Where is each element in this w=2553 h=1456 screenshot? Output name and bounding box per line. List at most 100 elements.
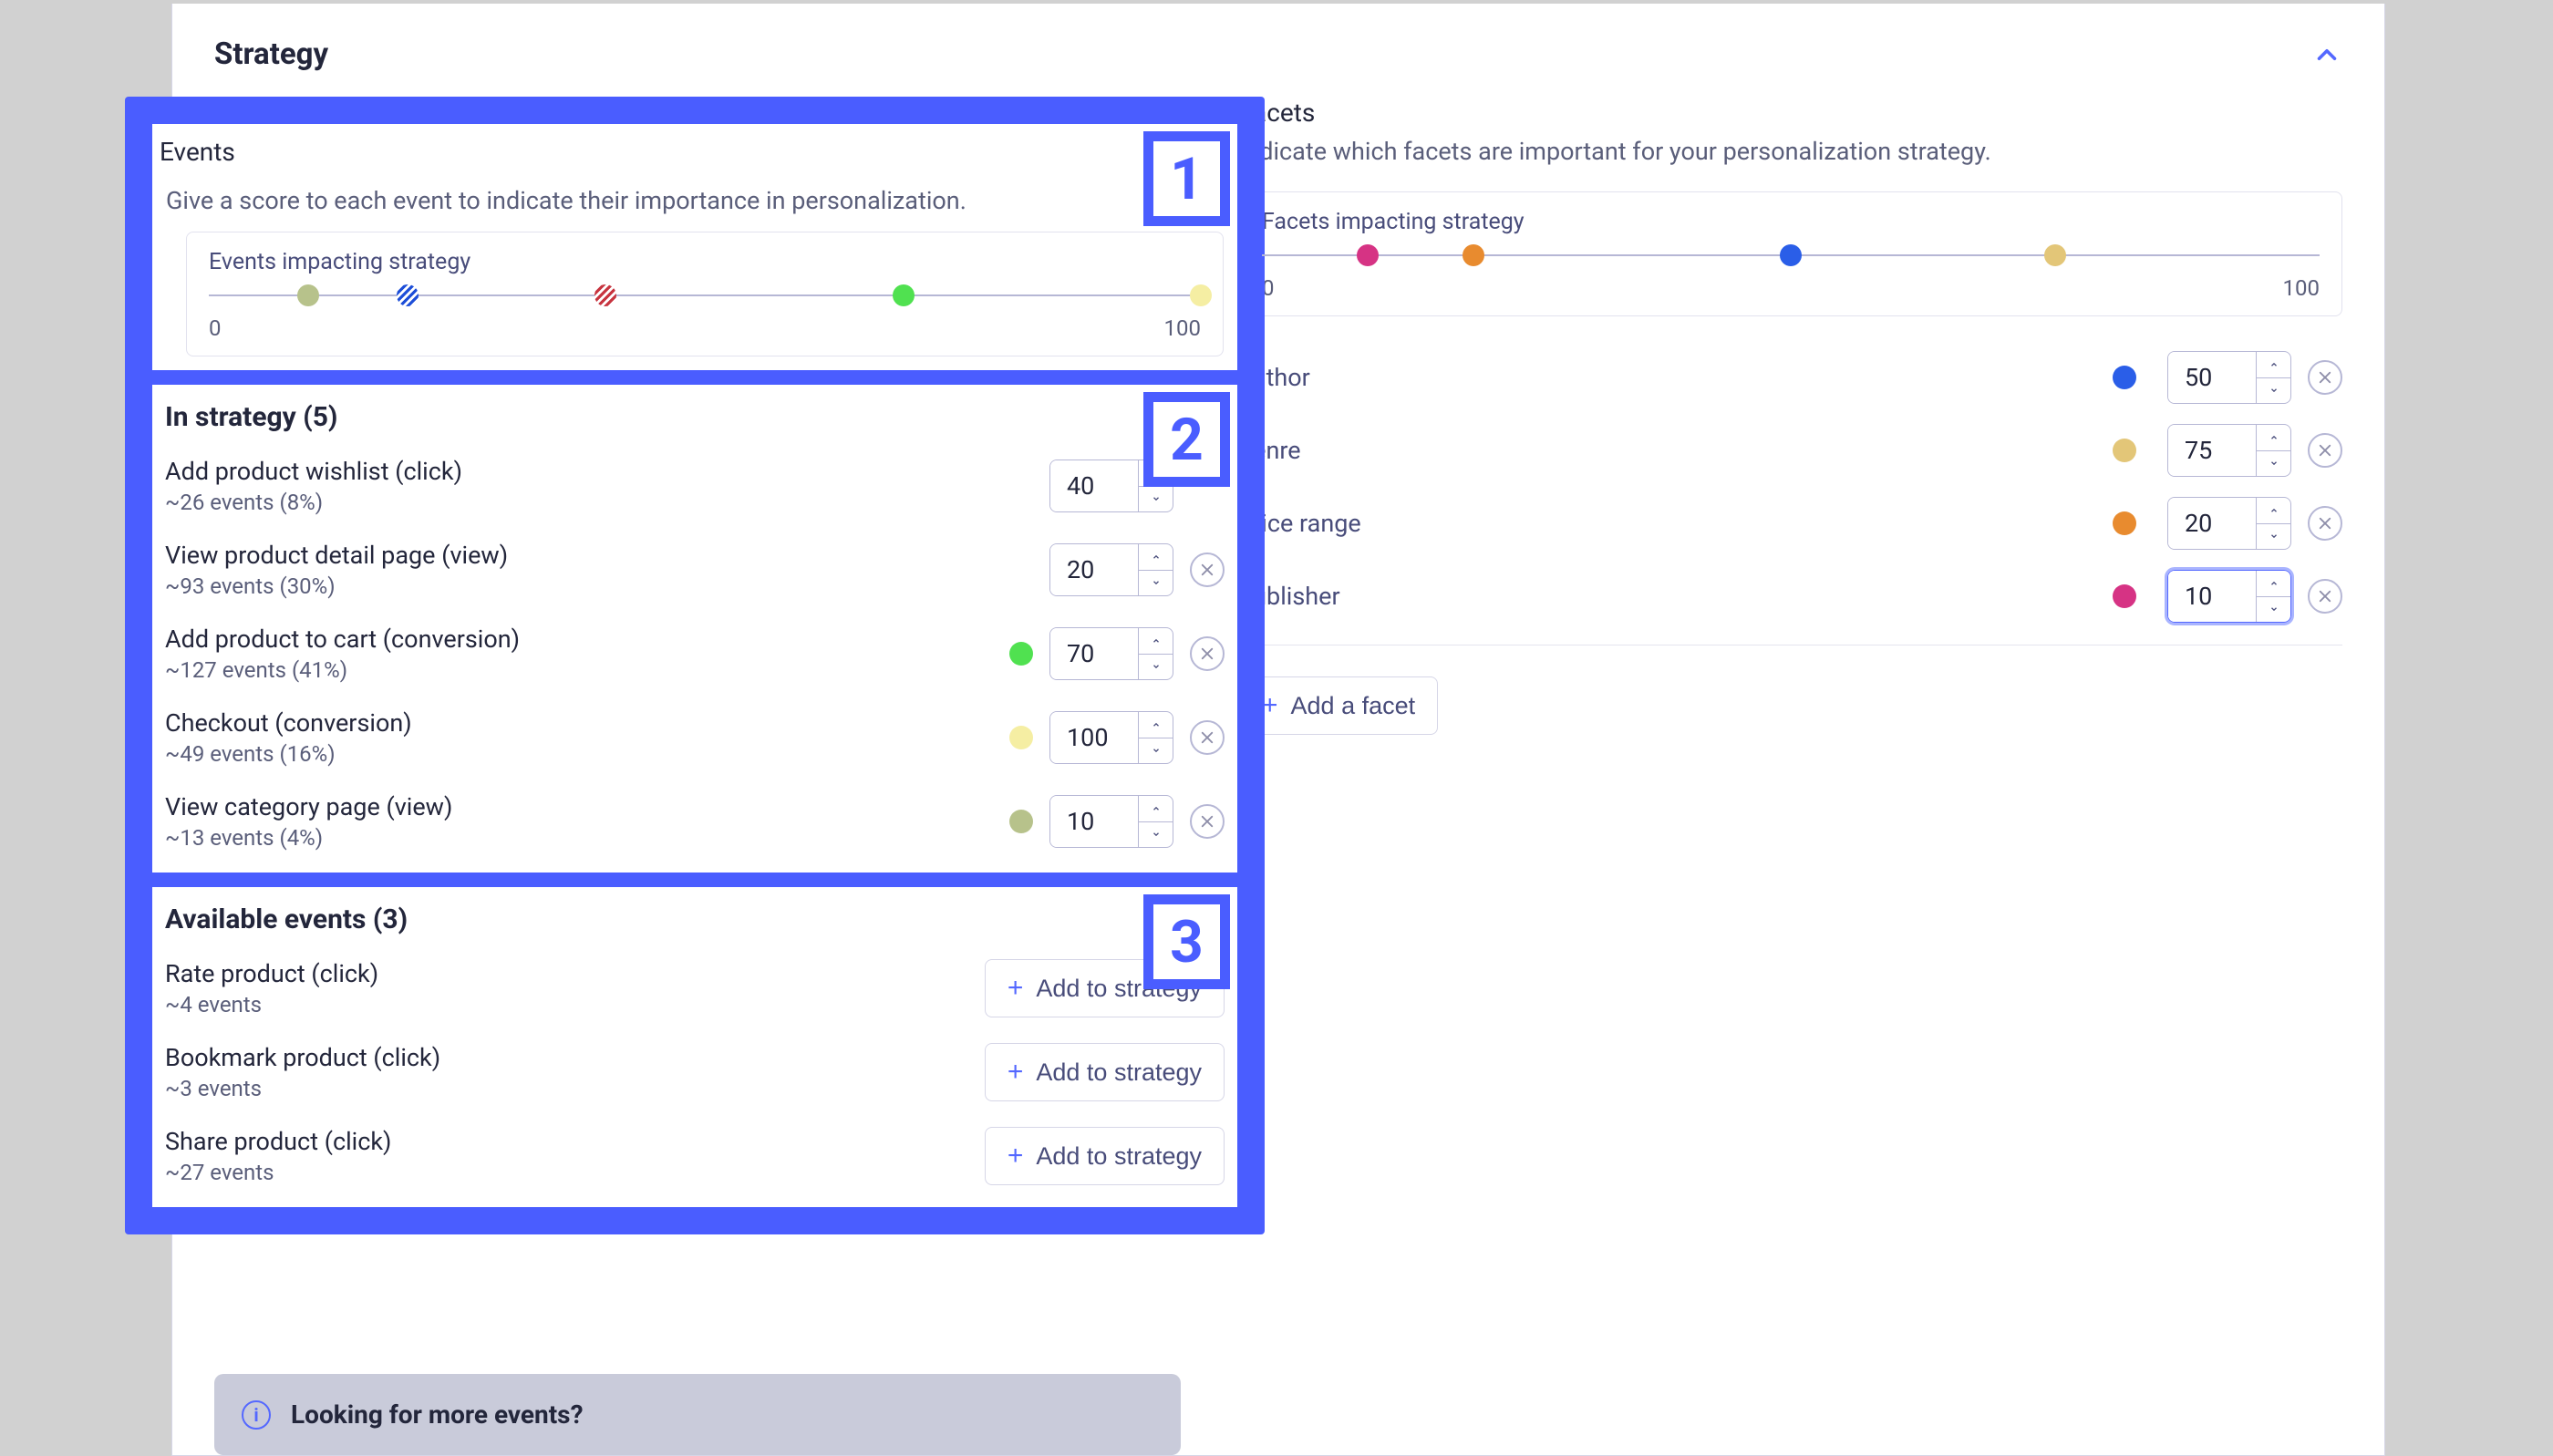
impact-dot [2044,244,2066,266]
collapse-button[interactable] [2311,39,2342,70]
plus-icon: + [1008,1141,1024,1172]
panel-header: Strategy [172,4,2384,98]
step-down-button[interactable] [1139,570,1173,596]
impact-dot [1780,244,1802,266]
remove-button[interactable] [1190,804,1225,839]
in-strategy-box: 2 In strategy (5) Add product wishlist (… [145,377,1245,880]
remove-button[interactable] [1190,552,1225,587]
banner-text: Looking for more events? [291,1399,584,1430]
step-down-button[interactable] [2257,450,2290,477]
event-stats: ~49 events (16%) [165,741,1009,767]
event-stats: ~127 events (41%) [165,657,1009,683]
available-events-box: 3 Available events (3) Rate product (cli… [145,880,1245,1214]
impact-dot [594,284,616,306]
plus-icon: + [1008,1057,1024,1088]
event-stats: ~4 events [165,992,985,1017]
event-stats: ~26 events (8%) [165,490,1009,515]
facets-impact-label: Facets impacting strategy [1262,209,2320,235]
strategy-event-row: Checkout (conversion) ~49 events (16%) [152,696,1237,780]
score-input[interactable] [2168,571,2256,622]
available-event-row: Rate product (click)~4 events+Add to str… [152,946,1237,1030]
step-up-button[interactable] [2257,352,2290,377]
facet-dot [2113,439,2136,462]
step-up-button[interactable] [1139,796,1173,821]
strategy-event-row: View category page (view) ~13 events (4%) [152,780,1237,863]
strategy-event-row: View product detail page (view)~93 event… [152,528,1237,612]
step-down-button[interactable] [2257,596,2290,623]
facet-name: publisher [1239,582,2113,611]
facet-row: price range [1239,497,2342,550]
plus-icon: + [1008,973,1024,1004]
impact-dot [297,284,319,306]
add-to-strategy-button[interactable]: +Add to strategy [985,1043,1225,1101]
step-up-button[interactable] [1139,544,1173,570]
score-input[interactable] [1050,460,1138,511]
scale-min: 0 [209,315,222,341]
add-facet-button[interactable]: + Add a facet [1239,676,1438,735]
event-dot [1009,810,1033,833]
score-input[interactable] [2168,352,2256,403]
events-impact-card: Events impacting strategy 0 100 [186,232,1224,356]
available-event-row: Share product (click)~27 events+Add to s… [152,1114,1237,1198]
step-down-button[interactable] [2257,523,2290,550]
step-up-button[interactable] [1139,712,1173,738]
step-down-button[interactable] [1139,821,1173,848]
score-stepper[interactable] [1049,543,1173,596]
events-label: Events [152,133,1237,174]
add-facet-label: Add a facet [1291,692,1416,720]
score-input[interactable] [2168,498,2256,549]
strategy-panel: Strategy 1 Events Give a score to each e… [171,4,2385,1456]
score-input[interactable] [1050,544,1138,595]
score-stepper[interactable] [1049,795,1173,848]
step-up-button[interactable] [2257,498,2290,523]
remove-button[interactable] [1190,636,1225,671]
step-up-button[interactable] [2257,425,2290,450]
score-input[interactable] [1050,796,1138,847]
remove-button[interactable] [2308,360,2342,395]
event-stats: ~13 events (4%) [165,825,1009,851]
impact-dot [1357,244,1379,266]
facet-row: author [1239,351,2342,404]
event-name: Bookmark product (click) [165,1043,985,1072]
remove-button[interactable] [1190,720,1225,755]
more-events-banner[interactable]: i Looking for more events? [214,1374,1181,1455]
step-up-button[interactable] [1139,628,1173,654]
score-stepper[interactable] [2167,351,2291,404]
remove-button[interactable] [2308,433,2342,468]
facet-dot [2113,511,2136,535]
in-strategy-title: In strategy (5) [152,394,1237,444]
strategy-event-row: Add product to cart (conversion) ~127 eve… [152,612,1237,696]
impact-dot [1190,284,1212,306]
remove-button[interactable] [2308,579,2342,614]
step-down-button[interactable] [2257,377,2290,404]
facet-row: genre [1239,424,2342,477]
score-stepper[interactable] [1049,627,1173,680]
event-name: Checkout (conversion) [165,708,1009,738]
score-input[interactable] [1050,712,1138,763]
step-down-button[interactable] [1139,738,1173,764]
score-stepper[interactable] [2167,497,2291,550]
score-input[interactable] [1050,628,1138,679]
add-to-strategy-button[interactable]: +Add to strategy [985,1127,1225,1185]
page-title: Strategy [214,36,328,72]
step-up-button[interactable] [2257,571,2290,596]
step-down-button[interactable] [1139,486,1173,512]
event-dot [1009,726,1033,749]
step-down-button[interactable] [1139,654,1173,680]
score-stepper[interactable] [2167,570,2291,623]
facets-help-text: Indicate which facets are important for … [1239,137,2342,191]
facet-row: publisher [1239,570,2342,623]
score-stepper[interactable] [1049,711,1173,764]
impact-dot [397,284,419,306]
facet-dot [2113,366,2136,389]
score-stepper[interactable] [2167,424,2291,477]
event-stats: ~93 events (30%) [165,573,1009,599]
events-annotated-region: 1 Events Give a score to each event to i… [125,97,1265,1234]
facets-impact-track [1262,243,2320,270]
event-name: Add product to cart (conversion) [165,625,1009,654]
event-name: View category page (view) [165,792,1009,821]
facet-name: genre [1239,436,2113,465]
remove-button[interactable] [2308,506,2342,541]
event-name: Share product (click) [165,1127,985,1156]
score-input[interactable] [2168,425,2256,476]
